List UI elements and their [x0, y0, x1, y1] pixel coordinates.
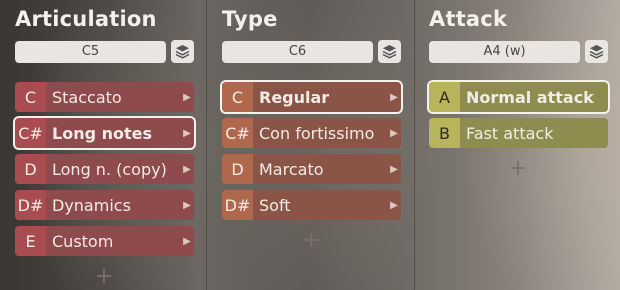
chevron-right-icon[interactable]: ▶	[180, 154, 194, 184]
chevron-right-icon[interactable]: ▶	[180, 190, 194, 220]
item-label: Fast attack	[466, 123, 554, 143]
type-item[interactable]: D Marcato ▶	[222, 154, 401, 184]
chevron-right-icon[interactable]: ▶	[180, 226, 194, 256]
layers-icon	[382, 44, 397, 59]
type-key-field[interactable]: C6	[222, 41, 373, 63]
key-label: A	[429, 82, 460, 112]
chevron-right-icon[interactable]: ▶	[180, 118, 194, 148]
item-label: Soft	[259, 195, 291, 215]
attack-item[interactable]: B Fast attack	[429, 118, 608, 148]
articulation-item[interactable]: D# Dynamics ▶	[15, 190, 194, 220]
type-item-selected[interactable]: C Regular ▶	[222, 82, 401, 112]
key-label: D#	[222, 190, 253, 220]
item-label: Custom	[52, 231, 114, 251]
attack-item-selected[interactable]: A Normal attack	[429, 82, 608, 112]
item-label: Long notes	[52, 123, 153, 143]
articulation-layers-button[interactable]	[171, 40, 194, 63]
chevron-right-icon[interactable]: ▶	[387, 118, 401, 148]
chevron-right-icon[interactable]: ▶	[387, 190, 401, 220]
item-label: Con fortissimo	[259, 123, 375, 143]
articulation-item-selected[interactable]: C# Long notes ▶	[15, 118, 194, 148]
chevron-right-icon[interactable]: ▶	[387, 154, 401, 184]
key-label: D	[222, 154, 253, 184]
type-title: Type	[222, 7, 278, 31]
attack-key-field[interactable]: A4 (w)	[429, 41, 580, 63]
key-label: B	[429, 118, 460, 148]
articulation-item[interactable]: E Custom ▶	[15, 226, 194, 256]
chevron-right-icon[interactable]: ▶	[180, 82, 194, 112]
item-label: Marcato	[259, 159, 324, 179]
type-panel: Type C6 C Regular ▶ C# Con fortissimo ▶ …	[207, 0, 414, 290]
item-label: Regular	[259, 87, 330, 107]
chevron-right-icon[interactable]: ▶	[387, 82, 401, 112]
type-item[interactable]: C# Con fortissimo ▶	[222, 118, 401, 148]
key-label: C#	[222, 118, 253, 148]
layers-icon	[175, 44, 190, 59]
type-layers-button[interactable]	[378, 40, 401, 63]
articulation-item[interactable]: C Staccato ▶	[15, 82, 194, 112]
item-label: Normal attack	[466, 87, 594, 107]
articulation-panel: Articulation C5 C Staccato ▶ C# Long not…	[0, 0, 206, 290]
articulation-key-field[interactable]: C5	[15, 41, 166, 63]
item-label: Dynamics	[52, 195, 131, 215]
key-label: E	[15, 226, 46, 256]
key-label: D#	[15, 190, 46, 220]
key-label: D	[15, 154, 46, 184]
articulation-item[interactable]: D Long n. (copy) ▶	[15, 154, 194, 184]
key-label: C	[15, 82, 46, 112]
add-articulation-button[interactable]	[97, 269, 111, 283]
layers-icon	[589, 44, 604, 59]
articulation-title: Articulation	[15, 7, 157, 31]
attack-title: Attack	[429, 7, 508, 31]
attack-panel: Attack A4 (w) A Normal attack B Fast att…	[414, 0, 620, 290]
key-label: C	[222, 82, 253, 112]
type-item[interactable]: D# Soft ▶	[222, 190, 401, 220]
attack-layers-button[interactable]	[585, 40, 608, 63]
item-label: Long n. (copy)	[52, 159, 167, 179]
key-label: C#	[15, 118, 46, 148]
add-type-button[interactable]	[304, 233, 318, 247]
add-attack-button[interactable]	[511, 161, 525, 175]
item-label: Staccato	[52, 87, 122, 107]
